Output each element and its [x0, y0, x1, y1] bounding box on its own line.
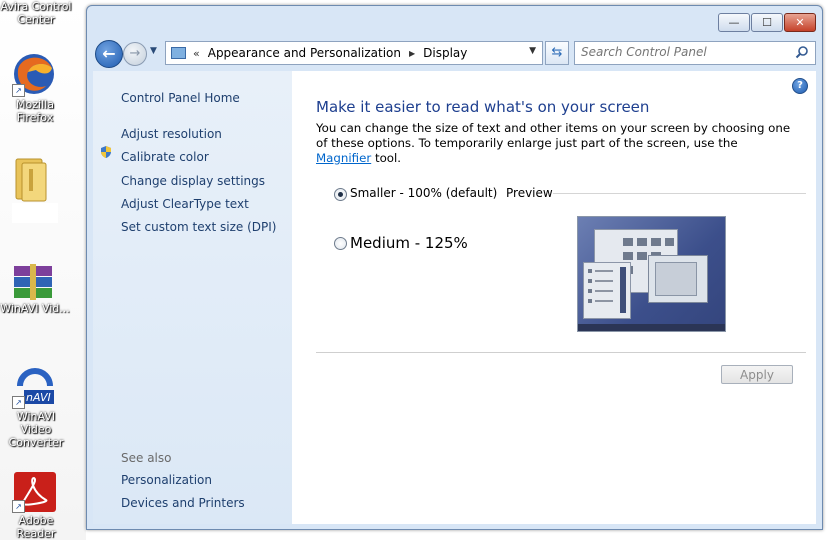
search-box[interactable]	[574, 41, 816, 65]
breadcrumb-overflow[interactable]: «	[193, 47, 200, 60]
preview-list	[588, 267, 626, 313]
winrar-icon	[14, 264, 52, 300]
minimize-button[interactable]: —	[718, 13, 750, 32]
navigation-bar: ← → ▼ « Appearance and Personalization ▶…	[95, 39, 816, 68]
medium-radio[interactable]	[334, 237, 347, 250]
shortcut-arrow-icon: ↗	[12, 396, 25, 409]
minimize-icon: —	[728, 16, 740, 29]
personalization-link[interactable]: Personalization	[121, 473, 212, 487]
breadcrumb-separator-icon[interactable]: ▶	[409, 49, 415, 58]
refresh-icon: ⇆	[551, 45, 563, 60]
main-content: ? Make it easier to read what's on your …	[292, 71, 816, 524]
folder-icon	[15, 158, 47, 202]
desktop-icon-adobe[interactable]: ↗ Adobe Reader	[0, 470, 72, 540]
custom-text-size-link[interactable]: Set custom text size (DPI)	[121, 220, 276, 234]
shortcut-arrow-icon: ↗	[12, 500, 25, 513]
desktop-icon-label: WinAVI Vid...	[0, 302, 70, 315]
divider	[316, 352, 806, 353]
preview-rule	[553, 193, 806, 194]
desktop: Avira Control Center ↗ Mozilla Firefox W…	[0, 0, 86, 540]
page-description: You can change the size of text and othe…	[316, 121, 796, 166]
preview-taskbar	[578, 324, 725, 331]
desktop-icon-folder[interactable]	[0, 155, 72, 223]
adjust-cleartype-link[interactable]: Adjust ClearType text	[121, 197, 249, 211]
description-text: You can change the size of text and othe…	[316, 121, 791, 150]
back-arrow-icon: ←	[102, 44, 116, 63]
desktop-icon-firefox[interactable]: ↗ Mozilla Firefox	[0, 50, 72, 124]
smaller-radio[interactable]	[334, 188, 347, 201]
help-icon[interactable]: ?	[792, 78, 808, 94]
forward-button[interactable]: →	[123, 42, 147, 66]
desktop-icon-label: Adobe Reader	[16, 514, 56, 540]
description-text-end: tool.	[374, 151, 402, 165]
desktop-icon-avira[interactable]: Avira Control Center	[0, 0, 72, 26]
medium-option-label[interactable]: Medium - 125%	[350, 234, 468, 252]
address-bar[interactable]: « Appearance and Personalization ▶ Displ…	[165, 41, 543, 65]
title-bar[interactable]: — ☐ ✕	[87, 6, 822, 38]
recent-pages-dropdown[interactable]: ▼	[150, 46, 157, 56]
address-dropdown-icon[interactable]: ▼	[529, 46, 536, 56]
desktop-icon-label: Mozilla Firefox	[16, 98, 54, 124]
maximize-icon: ☐	[762, 16, 772, 29]
folder-label-box	[12, 203, 58, 223]
see-also-heading: See also	[121, 451, 172, 465]
desktop-icon-winavi-small[interactable]: WinAVI Vid...	[0, 262, 72, 315]
control-panel-home-link[interactable]: Control Panel Home	[121, 91, 240, 105]
breadcrumb-appearance[interactable]: Appearance and Personalization	[208, 46, 401, 60]
preview-image	[577, 216, 726, 332]
devices-printers-link[interactable]: Devices and Printers	[121, 496, 245, 510]
forward-arrow-icon: →	[129, 46, 141, 61]
shield-icon	[101, 146, 111, 158]
page-title: Make it easier to read what's on your sc…	[316, 98, 650, 116]
shortcut-arrow-icon: ↗	[12, 84, 25, 97]
desktop-icon-winavi[interactable]: nAVI ↗ WinAVI Video Converter	[0, 366, 72, 449]
calibrate-color-link[interactable]: Calibrate color	[121, 150, 209, 164]
desktop-icon-label: WinAVI Video Converter	[8, 410, 64, 449]
adjust-resolution-link[interactable]: Adjust resolution	[121, 127, 222, 141]
apply-button[interactable]: Apply	[721, 365, 793, 384]
smaller-option-label[interactable]: Smaller - 100% (default)	[350, 186, 497, 200]
maximize-button[interactable]: ☐	[751, 13, 783, 32]
back-button[interactable]: ←	[95, 40, 123, 68]
search-input[interactable]	[581, 44, 781, 60]
preview-label: Preview	[506, 186, 553, 200]
breadcrumb-display[interactable]: Display	[423, 46, 467, 60]
desktop-icon-label: Avira Control Center	[0, 0, 72, 26]
window-controls: — ☐ ✕	[718, 13, 816, 32]
refresh-button[interactable]: ⇆	[545, 41, 569, 65]
close-button[interactable]: ✕	[784, 13, 816, 32]
magnifier-link[interactable]: Magnifier	[316, 151, 371, 165]
control-panel-window: — ☐ ✕ ← → ▼ « Appearance and Personaliza…	[86, 5, 823, 530]
preview-window	[648, 255, 708, 303]
preview-window	[583, 262, 631, 319]
change-display-settings-link[interactable]: Change display settings	[121, 174, 265, 188]
task-pane: Control Panel Home Adjust resolution Cal…	[93, 71, 292, 524]
svg-text:nAVI: nAVI	[26, 391, 51, 404]
search-icon[interactable]	[795, 45, 809, 59]
close-icon: ✕	[795, 16, 805, 29]
control-panel-icon	[171, 47, 186, 59]
